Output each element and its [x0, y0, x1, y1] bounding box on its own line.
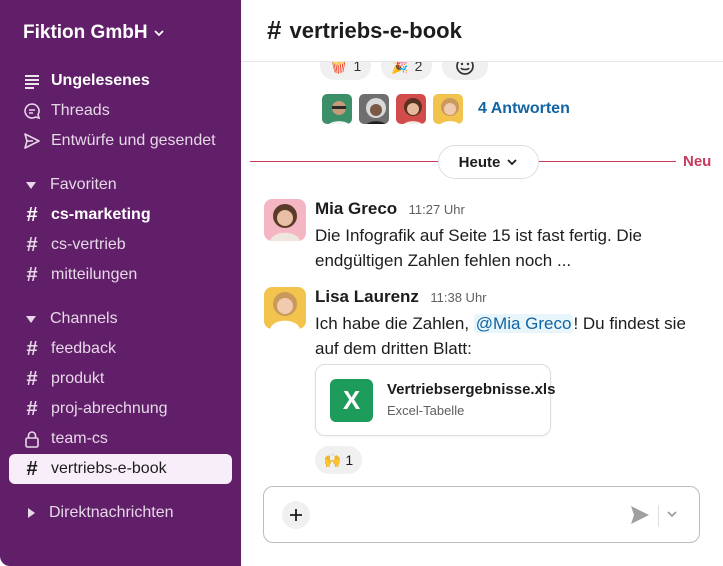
- sidebar: Fiktion GmbH Ungelesenes Threads Entwürf…: [0, 0, 241, 566]
- hash-icon: #: [26, 234, 38, 256]
- message-composer: [263, 486, 700, 543]
- avatar: [394, 92, 428, 126]
- timestamp[interactable]: 11:27 Uhr: [409, 202, 465, 217]
- sidebar-item-proj-abrechnung[interactable]: # proj-abrechnung: [22, 396, 168, 422]
- hash-icon: #: [26, 368, 38, 390]
- section-label: Direktnachrichten: [49, 504, 174, 521]
- sender-name[interactable]: Lisa Laurenz: [315, 287, 419, 306]
- avatar[interactable]: [264, 199, 306, 241]
- sidebar-item-feedback[interactable]: # feedback: [22, 336, 116, 362]
- sidebar-item-label: team-cs: [51, 430, 108, 447]
- caret-down-icon: [26, 181, 36, 189]
- sidebar-item-cs-marketing[interactable]: # cs-marketing: [22, 202, 151, 228]
- hash-icon: #: [26, 338, 38, 360]
- hash-icon: #: [267, 15, 282, 45]
- hash-icon: #: [26, 264, 38, 286]
- section-label: Channels: [50, 310, 118, 327]
- user-mention[interactable]: @Mia Greco: [473, 314, 574, 333]
- plus-icon: [290, 509, 302, 521]
- reaction-count: 1: [345, 452, 354, 468]
- file-name: Vertriebsergebnisse.xls: [387, 381, 556, 398]
- caret-right-icon: [28, 508, 35, 518]
- chevron-down-icon: [507, 159, 517, 166]
- avatar: [357, 92, 391, 126]
- lock-icon: [22, 429, 42, 449]
- avatar: [431, 92, 465, 126]
- channel-title[interactable]: vertriebs-e-book: [289, 18, 461, 44]
- sidebar-item-label: cs-vertrieb: [51, 236, 126, 253]
- timestamp[interactable]: 11:38 Uhr: [430, 290, 486, 305]
- attach-button[interactable]: [282, 501, 310, 529]
- sidebar-item-label: produkt: [51, 370, 105, 387]
- sidebar-item-label: cs-marketing: [51, 206, 151, 223]
- hash-icon: #: [26, 458, 38, 480]
- raised-hands-emoji-icon: 🙌: [323, 451, 342, 468]
- section-favorites[interactable]: Favoriten: [26, 173, 117, 197]
- text-segment: Ich habe die Zahlen,: [315, 314, 474, 333]
- replies-link[interactable]: 4 Antworten: [478, 100, 570, 118]
- unread-list-icon: [22, 71, 42, 91]
- message-text: Die Infografik auf Seite 15 ist fast fer…: [315, 226, 642, 270]
- sidebar-item-unread[interactable]: Ungelesenes: [22, 68, 150, 94]
- sidebar-item-cs-vertrieb[interactable]: # cs-vertrieb: [22, 232, 126, 258]
- reaction-raised-hands[interactable]: 🙌 1: [315, 446, 362, 474]
- sidebar-item-label: Entwürfe und gesendet: [51, 132, 216, 149]
- section-channels[interactable]: Channels: [26, 307, 118, 331]
- file-type: Excel-Tabelle: [387, 403, 465, 418]
- chevron-down-icon[interactable]: [665, 507, 679, 521]
- threads-icon: [22, 101, 42, 121]
- workspace-switcher[interactable]: Fiktion GmbH: [23, 22, 164, 44]
- sidebar-item-team-cs[interactable]: team-cs: [22, 426, 108, 452]
- section-label: Favoriten: [50, 176, 117, 193]
- avatar: [320, 92, 354, 126]
- workspace-name: Fiktion GmbH: [23, 22, 148, 43]
- chevron-down-icon: [153, 30, 164, 37]
- sidebar-item-vertriebs-e-book[interactable]: # vertriebs-e-book: [9, 454, 232, 484]
- sidebar-item-label: vertriebs-e-book: [51, 460, 167, 477]
- avatar[interactable]: [264, 287, 306, 329]
- sidebar-item-label: proj-abrechnung: [51, 400, 168, 417]
- new-label: Neu: [683, 153, 712, 170]
- sidebar-item-label: feedback: [51, 340, 116, 357]
- date-label: Heute: [458, 153, 501, 171]
- sidebar-item-drafts[interactable]: Entwürfe und gesendet: [22, 128, 216, 154]
- hash-icon: #: [26, 204, 38, 226]
- hash-icon: #: [26, 398, 38, 420]
- message-text: Ich habe die Zahlen, @Mia Greco! Du find…: [315, 311, 695, 361]
- sidebar-item-label: Ungelesenes: [51, 72, 150, 89]
- thread-summary[interactable]: 4 Antworten: [320, 92, 570, 126]
- send-icon: [22, 131, 42, 151]
- sidebar-item-produkt[interactable]: # produkt: [22, 366, 104, 392]
- sidebar-item-mitteilungen[interactable]: # mitteilungen: [22, 262, 137, 288]
- sender-name[interactable]: Mia Greco: [315, 199, 397, 218]
- divider: [658, 505, 659, 527]
- caret-down-icon: [26, 315, 36, 323]
- sidebar-item-threads[interactable]: Threads: [22, 98, 110, 124]
- sidebar-item-label: mitteilungen: [51, 266, 138, 283]
- excel-file-icon: X: [330, 379, 373, 422]
- channel-header: # vertriebs-e-book: [241, 0, 723, 62]
- send-button[interactable]: [628, 503, 652, 527]
- section-direct-messages[interactable]: Direktnachrichten: [26, 501, 174, 525]
- sidebar-item-label: Threads: [51, 102, 110, 119]
- date-jump-button[interactable]: Heute: [438, 145, 539, 179]
- message-input[interactable]: [320, 503, 610, 527]
- file-attachment[interactable]: X Vertriebsergebnisse.xls Excel-Tabelle: [315, 364, 555, 436]
